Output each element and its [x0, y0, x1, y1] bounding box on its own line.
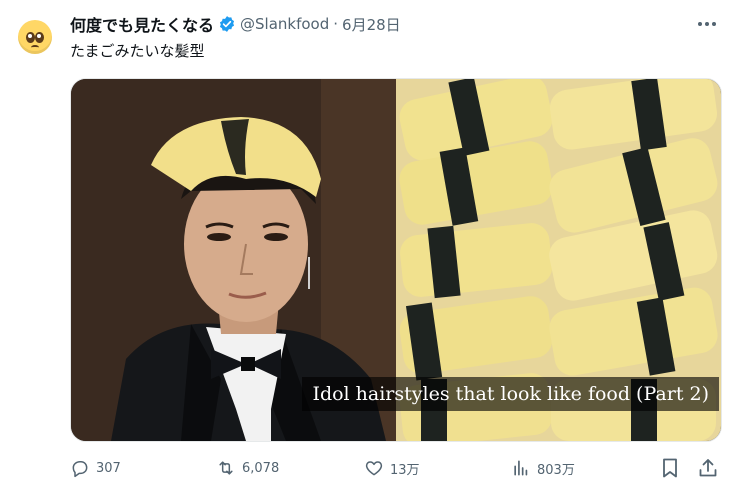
heart-icon	[365, 461, 383, 476]
avatar-pleading-face-icon[interactable]	[18, 20, 52, 54]
avatar-eye-right	[35, 32, 44, 43]
bookmark-icon[interactable]	[658, 456, 682, 480]
avatar-mouth	[31, 45, 39, 50]
media-caption: Idol hairstyles that look like food (Par…	[302, 377, 719, 411]
reply-icon	[72, 461, 88, 478]
reply-button[interactable]: 307	[70, 456, 121, 480]
tweet-header: 何度でも見たくなる @Slankfood · 6月28日	[70, 12, 401, 36]
view-count: 803万	[537, 462, 575, 478]
retweet-count: 6,078	[242, 460, 280, 476]
header-separator: ·	[333, 15, 339, 33]
views-button[interactable]: 803万	[511, 456, 575, 480]
verified-badge-icon	[219, 16, 235, 32]
like-button[interactable]: 13万	[364, 456, 420, 480]
retweet-icon	[219, 461, 233, 475]
tweet-text: たまごみたいな髪型	[70, 42, 205, 60]
display-name[interactable]: 何度でも見たくなる	[70, 12, 214, 36]
views-chart-icon	[514, 460, 528, 476]
retweet-button[interactable]: 6,078	[216, 456, 279, 480]
tweet-actions-bar: 307 6,078 13万 803万	[70, 456, 720, 480]
avatar-eye-left	[26, 32, 35, 43]
tweet-date[interactable]: 6月28日	[342, 14, 401, 35]
tweet-media-image[interactable]: Idol hairstyles that look like food (Par…	[70, 78, 722, 442]
user-handle[interactable]: @Slankfood	[240, 15, 329, 33]
like-count: 13万	[390, 462, 420, 478]
reply-count: 307	[96, 460, 121, 476]
share-icon[interactable]	[696, 456, 720, 480]
more-options-icon[interactable]	[694, 12, 720, 36]
